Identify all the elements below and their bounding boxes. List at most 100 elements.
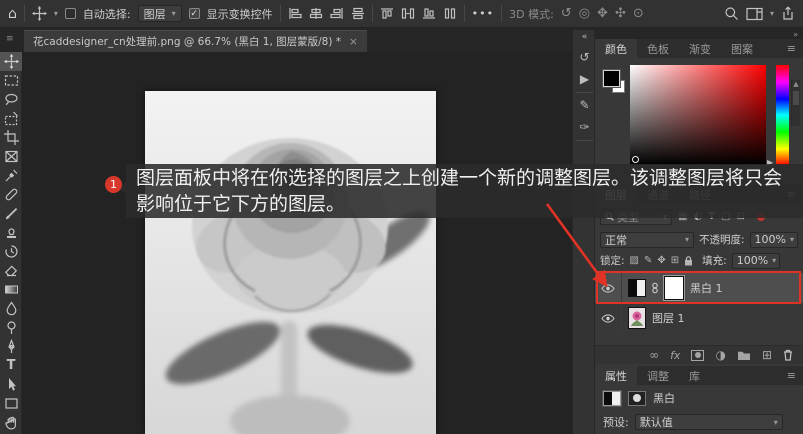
more-options-button[interactable]: ••• xyxy=(472,7,494,20)
search-icon[interactable] xyxy=(724,6,739,21)
brush-settings-panel-icon[interactable]: ✎ xyxy=(573,98,596,112)
tool-hand[interactable] xyxy=(0,413,22,432)
align-center-vertical-icon[interactable] xyxy=(309,7,323,20)
tool-crop[interactable] xyxy=(0,128,22,147)
fill-dropdown[interactable]: 100%▾ xyxy=(732,253,780,269)
tool-brush[interactable] xyxy=(0,204,22,223)
move-tool-icon[interactable] xyxy=(32,6,47,21)
tab-properties[interactable]: 属性 xyxy=(595,366,637,385)
panel-menu-icon[interactable]: ≡ xyxy=(780,366,803,385)
layer-row-heibai1[interactable]: 黑白 1 xyxy=(595,273,803,303)
tab-close-icon[interactable]: × xyxy=(349,36,358,48)
mask-badge-icon[interactable] xyxy=(628,391,646,406)
tool-frame[interactable] xyxy=(0,147,22,166)
tool-smudge[interactable] xyxy=(0,299,22,318)
layer-name[interactable]: 图层 1 xyxy=(652,310,685,326)
new-adjustment-layer-icon[interactable]: ◑ xyxy=(715,348,725,362)
adjustment-header-row: 黑白 xyxy=(603,390,675,406)
auto-select-checkbox[interactable] xyxy=(65,8,76,19)
align-left-icon[interactable] xyxy=(288,7,302,20)
new-group-icon[interactable] xyxy=(737,350,751,361)
tools-panel: T xyxy=(0,52,22,434)
brushes-panel-icon[interactable]: ✑ xyxy=(573,120,596,134)
layer-mask-thumbnail[interactable] xyxy=(664,276,684,300)
bw-adjustment-icon xyxy=(603,391,621,406)
tool-lasso[interactable] xyxy=(0,90,22,109)
divider xyxy=(576,92,593,93)
tool-dodge[interactable] xyxy=(0,318,22,337)
tool-marquee[interactable] xyxy=(0,71,22,90)
tab-overflow-icon[interactable]: ≡ xyxy=(6,34,14,44)
image-layer-thumbnail[interactable] xyxy=(628,307,646,329)
adjustment-layer-thumbnail[interactable] xyxy=(628,279,646,297)
workspace-switcher-icon[interactable] xyxy=(746,7,763,21)
align-right-icon[interactable] xyxy=(330,7,344,20)
hue-slider[interactable] xyxy=(776,65,789,165)
auto-select-target-dropdown[interactable]: 图层▾ xyxy=(138,5,182,22)
document-tab[interactable]: 花caddesigner_cn处理前.png @ 66.7% (黑白 1, 图层… xyxy=(24,30,367,52)
layer-style-icon[interactable]: fx xyxy=(670,349,680,362)
align-center-horizontal-icon[interactable] xyxy=(351,7,365,20)
tool-pen[interactable] xyxy=(0,337,22,356)
distribute-horizontal-icon[interactable] xyxy=(401,7,415,20)
delete-layer-icon[interactable] xyxy=(783,349,793,361)
tool-eyedropper[interactable] xyxy=(0,166,22,185)
foreground-background-swatches[interactable] xyxy=(603,70,631,100)
visibility-eye-icon[interactable] xyxy=(601,284,615,293)
color-field-cursor[interactable] xyxy=(632,156,639,163)
history-panel-icon[interactable]: ↺ xyxy=(573,50,596,64)
new-layer-icon[interactable]: ⊞ xyxy=(762,348,772,362)
actions-panel-icon[interactable]: ▶ xyxy=(573,72,596,86)
link-layers-icon[interactable]: ∞ xyxy=(649,348,659,362)
auto-select-label: 自动选择: xyxy=(83,6,131,22)
distribute-bottom-icon[interactable] xyxy=(422,7,436,20)
opacity-dropdown[interactable]: 100%▾ xyxy=(750,232,798,248)
tab-color[interactable]: 颜色 xyxy=(595,39,637,58)
visibility-eye-icon[interactable] xyxy=(601,314,615,323)
panel-menu-icon[interactable]: ≡ xyxy=(780,39,803,58)
annotation-step-badge: 1 xyxy=(105,176,122,193)
add-mask-icon[interactable] xyxy=(691,350,704,361)
tab-libraries[interactable]: 库 xyxy=(679,366,710,385)
color-field[interactable] xyxy=(630,65,766,165)
share-icon[interactable] xyxy=(781,6,795,21)
lock-artboard-icon[interactable]: ⊞ xyxy=(671,256,679,266)
collapse-panels-icon[interactable]: « xyxy=(573,32,596,42)
tool-move[interactable] xyxy=(0,52,22,71)
tool-rectangle-shape[interactable] xyxy=(0,394,22,413)
tab-gradients[interactable]: 渐变 xyxy=(679,39,721,58)
distribute-top-icon[interactable] xyxy=(380,7,394,20)
lock-all-icon[interactable] xyxy=(684,256,693,266)
show-transform-checkbox[interactable]: ✓ xyxy=(189,8,200,19)
lock-transparency-icon[interactable]: ▨ xyxy=(630,256,639,266)
tab-adjustments[interactable]: 调整 xyxy=(637,366,679,385)
grayscale-rose-image xyxy=(145,91,436,434)
document-image[interactable] xyxy=(145,91,436,434)
tool-history-brush[interactable] xyxy=(0,242,22,261)
blend-mode-dropdown[interactable]: 正常▾ xyxy=(600,232,694,248)
layer-row-tuceng1[interactable]: 图层 1 xyxy=(595,304,803,332)
distribute-vertical-icon[interactable] xyxy=(443,7,457,20)
move-tool-preset-chevron[interactable]: ▾ xyxy=(54,9,58,18)
tool-object-selection[interactable] xyxy=(0,109,22,128)
home-icon[interactable]: ⌂ xyxy=(8,6,17,22)
tool-path-select[interactable] xyxy=(0,375,22,394)
show-transform-label: 显示变换控件 xyxy=(207,6,273,22)
tab-swatches[interactable]: 色板 xyxy=(637,39,679,58)
preset-dropdown[interactable]: 默认值▾ xyxy=(635,414,783,430)
mask-link-icon[interactable] xyxy=(652,282,658,294)
collapsed-panels-strip: « ↺ ▶ ✎ ✑ xyxy=(572,30,595,434)
tool-eraser[interactable] xyxy=(0,261,22,280)
layer-name[interactable]: 黑白 1 xyxy=(690,280,723,296)
lock-pixels-icon[interactable]: ✎ xyxy=(644,256,652,266)
tool-type[interactable]: T xyxy=(0,356,22,375)
properties-scrollbar[interactable]: ▲ xyxy=(791,80,800,126)
tool-healing-brush[interactable] xyxy=(0,185,22,204)
tool-gradient[interactable] xyxy=(0,280,22,299)
tool-clone-stamp[interactable] xyxy=(0,223,22,242)
canvas-area[interactable] xyxy=(22,52,572,434)
workspace-chevron[interactable]: ▾ xyxy=(770,9,774,18)
tab-patterns[interactable]: 图案 xyxy=(721,39,763,58)
foreground-color-swatch[interactable] xyxy=(603,70,620,87)
lock-position-icon[interactable]: ✥ xyxy=(657,256,665,266)
